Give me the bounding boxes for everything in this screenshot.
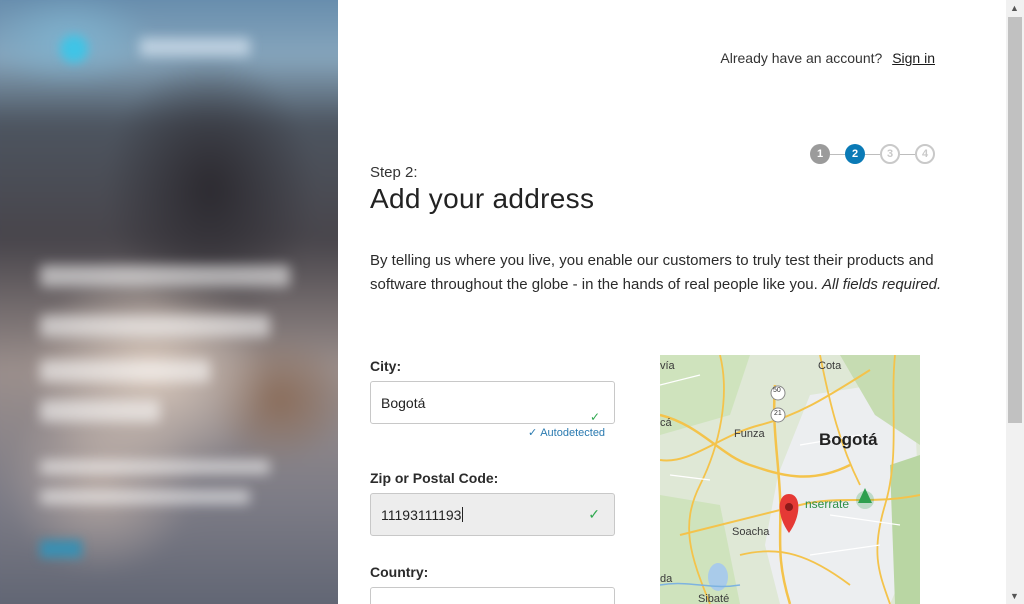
map-place-label: Funza (734, 428, 765, 440)
intro-emphasis: All fields required. (821, 276, 942, 293)
step-1: 1 (810, 144, 830, 164)
hero-body-line (40, 490, 250, 504)
hero-headline-line (40, 360, 210, 382)
map-city-label: Bogotá (819, 430, 878, 449)
check-icon: ✓ (588, 506, 600, 522)
page-title: Add your address (370, 183, 595, 214)
scroll-down-icon[interactable]: ▼ (1010, 591, 1019, 601)
country-label: Country: (370, 564, 429, 580)
signin-prompt-text: Already have an account? (720, 50, 883, 66)
zip-input[interactable]: 11193111193 ✓ (370, 493, 615, 536)
step-4: 4 (915, 144, 935, 164)
step-connector (900, 153, 915, 155)
location-map[interactable]: vía Cota cá 50 21 Funza Bogotá nserrate … (660, 355, 920, 604)
hero-image (0, 0, 338, 604)
zip-label: Zip or Postal Code: (370, 470, 499, 486)
map-canvas (660, 355, 920, 604)
text-caret (462, 507, 464, 522)
map-landmark-label: nserrate (805, 497, 850, 511)
map-place-label: Sibaté (698, 593, 730, 604)
road-shield-21: 21 (774, 410, 782, 417)
signup-page: Already have an account? Sign in 1 2 3 4… (0, 0, 1024, 604)
hero-button (40, 540, 82, 558)
autodetected-text: Autodetected (540, 427, 606, 439)
step-connector (830, 153, 845, 155)
scroll-thumb[interactable] (1008, 17, 1022, 423)
vertical-scrollbar[interactable]: ▲ ▼ (1006, 0, 1024, 604)
signin-link[interactable]: Sign in (892, 50, 935, 66)
city-input[interactable]: Bogotá ✓ (370, 381, 615, 424)
check-icon: ✓ (589, 410, 600, 424)
step-connector (865, 153, 880, 155)
map-place-label: da (660, 573, 673, 585)
hero-body-line (40, 460, 270, 474)
country-select[interactable] (370, 587, 615, 604)
hero-headline-line (40, 265, 290, 287)
step-indicator: 1 2 3 4 (810, 144, 935, 164)
hero-headline-line (40, 400, 160, 422)
check-icon: ✓ (528, 427, 538, 439)
city-value: Bogotá (381, 394, 426, 411)
zip-value: 11193111193 (381, 506, 462, 523)
map-place-label: vía (660, 360, 675, 372)
step-3: 3 (880, 144, 900, 164)
hero-logo (60, 35, 88, 63)
intro-text: By telling us where you live, you enable… (370, 249, 950, 297)
map-place-label: Soacha (732, 526, 770, 538)
road-shield-50: 50 (773, 387, 781, 394)
hero-headline-line (40, 315, 270, 337)
map-place-label: Cota (818, 360, 842, 372)
map-place-label: cá (660, 417, 672, 429)
step-label: Step 2: (370, 164, 418, 181)
autodetected-hint: ✓ Autodetected (528, 426, 605, 439)
scroll-up-icon[interactable]: ▲ (1010, 3, 1019, 13)
hero-logo-text (140, 38, 250, 56)
signin-prompt: Already have an account? Sign in (720, 50, 935, 66)
city-label: City: (370, 358, 402, 374)
step-2: 2 (845, 144, 865, 164)
